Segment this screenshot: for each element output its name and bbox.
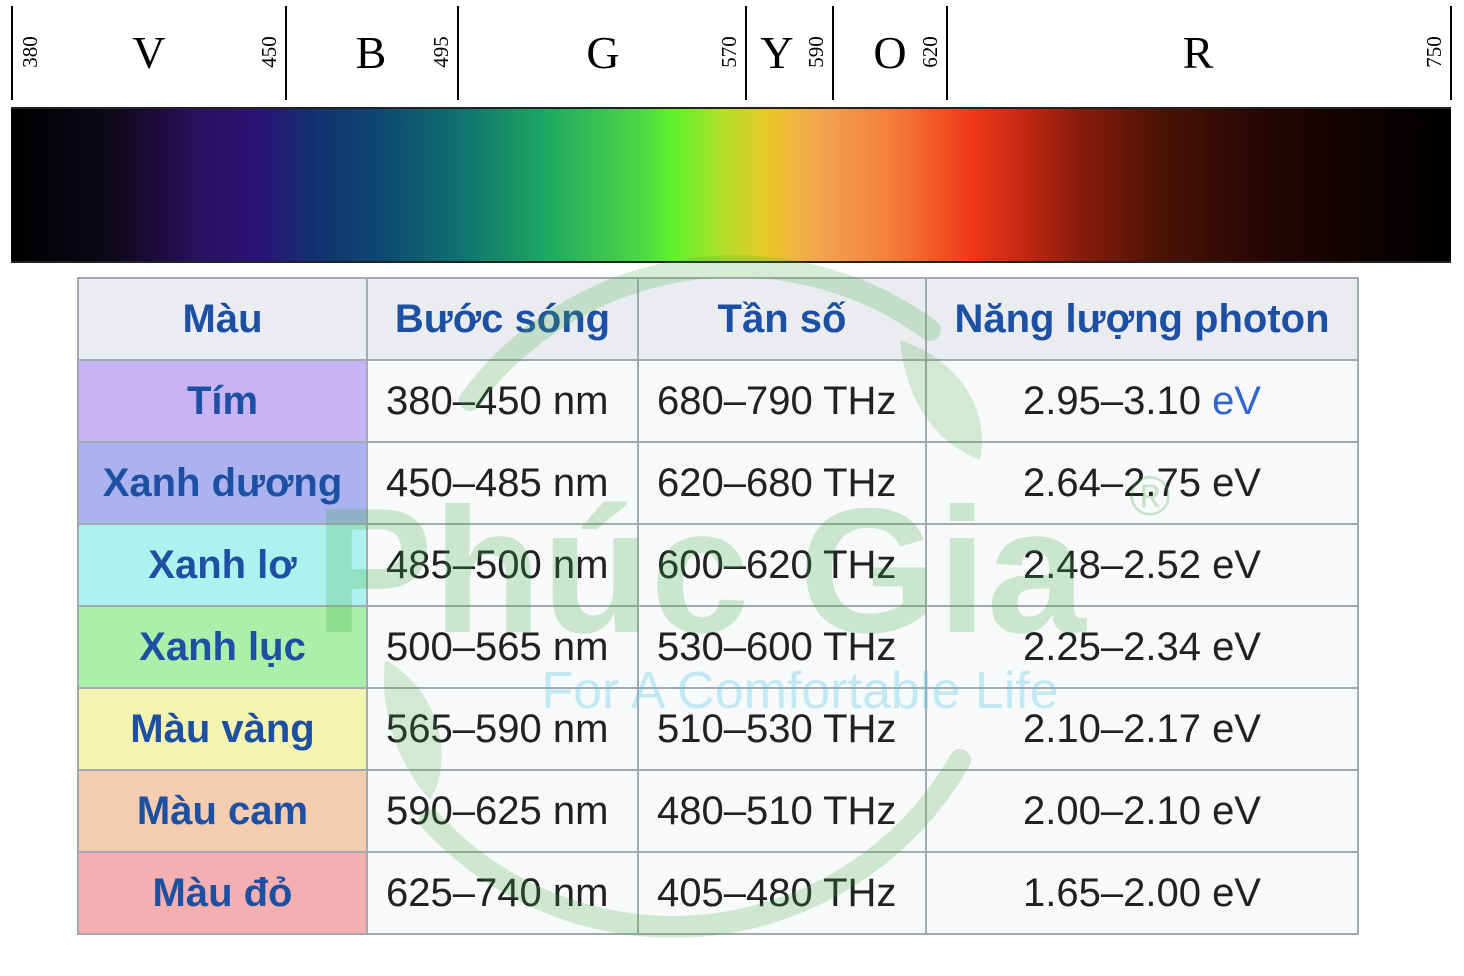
band-label-orange: O — [873, 27, 907, 78]
band-label-violet: V — [132, 27, 166, 78]
band-label-green: G — [586, 27, 620, 78]
wavelength-mark: 590 — [804, 36, 828, 68]
wavelength-cell: 500–565 nm — [366, 605, 639, 689]
table-row: Màu cam 590–625 nm 480–510 THz 2.00–2.10… — [77, 769, 1359, 853]
spectrum-ruler: 380 450 495 570 590 620 750 V B G Y O R — [0, 0, 1464, 104]
tick-380 — [11, 6, 13, 100]
wavelength-mark: 620 — [918, 36, 942, 68]
color-name-cell: Màu đỏ — [77, 851, 368, 935]
color-name-cell: Xanh lục — [77, 605, 368, 689]
tick-620 — [946, 6, 948, 100]
wavelength-cell: 565–590 nm — [366, 687, 639, 771]
tick-750 — [1450, 6, 1452, 100]
band-label-yellow: Y — [760, 27, 794, 78]
header-color: Màu — [77, 277, 368, 361]
color-name-cell: Xanh lơ — [77, 523, 368, 607]
frequency-cell: 405–480 THz — [637, 851, 927, 935]
band-label-blue: B — [355, 27, 387, 78]
wavelength-cell: 380–450 nm — [366, 359, 639, 443]
energy-unit: eV — [1212, 624, 1261, 669]
wavelength-mark: 570 — [717, 36, 741, 68]
energy-unit: eV — [1212, 542, 1261, 587]
electronvolt-link[interactable]: eV — [1212, 379, 1261, 423]
table-row: Tím 380–450 nm 680–790 THz 2.95–3.10 eV — [77, 359, 1359, 443]
energy-cell: 2.10–2.17 eV — [925, 687, 1359, 771]
energy-value: 1.65–2.00 — [1022, 870, 1201, 915]
table-row: Xanh lục 500–565 nm 530–600 THz 2.25–2.3… — [77, 605, 1359, 689]
wavelength-cell: 485–500 nm — [366, 523, 639, 607]
color-properties-table: Màu Bước sóng Tần số Năng lượng photon T… — [77, 277, 1359, 935]
wavelength-mark: 750 — [1422, 36, 1446, 68]
tick-495 — [457, 6, 459, 100]
energy-unit: eV — [1212, 460, 1261, 505]
tick-590 — [832, 6, 834, 100]
wavelength-mark: 380 — [18, 36, 42, 68]
header-photon-energy: Năng lượng photon — [925, 277, 1359, 361]
energy-cell: 2.95–3.10 eV — [925, 359, 1359, 443]
tick-450 — [285, 6, 287, 100]
band-label-red: R — [1182, 27, 1214, 78]
frequency-cell: 530–600 THz — [637, 605, 927, 689]
table-row: Xanh dương 450–485 nm 620–680 THz 2.64–2… — [77, 441, 1359, 525]
table-header-row: Màu Bước sóng Tần số Năng lượng photon — [77, 277, 1359, 361]
color-name-cell: Tím — [77, 359, 368, 443]
frequency-cell: 680–790 THz — [637, 359, 927, 443]
frequency-cell: 600–620 THz — [637, 523, 927, 607]
frequency-cell: 480–510 THz — [637, 769, 927, 853]
energy-value: 2.00–2.10 — [1022, 788, 1201, 833]
wavelength-cell: 450–485 nm — [366, 441, 639, 525]
energy-value: 2.10–2.17 — [1022, 706, 1201, 751]
color-name-cell: Xanh dương — [77, 441, 368, 525]
energy-cell: 1.65–2.00 eV — [925, 851, 1359, 935]
energy-value: 2.25–2.34 — [1022, 624, 1201, 669]
energy-value: 2.64–2.75 — [1022, 460, 1201, 505]
tick-570 — [745, 6, 747, 100]
wavelength-mark: 495 — [429, 36, 453, 68]
wavelength-cell: 590–625 nm — [366, 769, 639, 853]
header-frequency: Tần số — [637, 277, 927, 361]
energy-value: 2.95–3.10 — [1022, 378, 1201, 423]
frequency-cell: 510–530 THz — [637, 687, 927, 771]
wavelength-mark: 450 — [257, 36, 281, 68]
energy-unit: eV — [1212, 706, 1261, 751]
energy-cell: 2.00–2.10 eV — [925, 769, 1359, 853]
energy-cell: 2.48–2.52 eV — [925, 523, 1359, 607]
table-row: Xanh lơ 485–500 nm 600–620 THz 2.48–2.52… — [77, 523, 1359, 607]
color-name-cell: Màu cam — [77, 769, 368, 853]
energy-cell: 2.25–2.34 eV — [925, 605, 1359, 689]
wavelength-cell: 625–740 nm — [366, 851, 639, 935]
frequency-cell: 620–680 THz — [637, 441, 927, 525]
header-wavelength: Bước sóng — [366, 277, 639, 361]
energy-unit: eV — [1212, 788, 1261, 833]
table-row: Màu đỏ 625–740 nm 405–480 THz 1.65–2.00 … — [77, 851, 1359, 935]
visible-spectrum-bar — [11, 107, 1451, 263]
energy-cell: 2.64–2.75 eV — [925, 441, 1359, 525]
energy-value: 2.48–2.52 — [1022, 542, 1201, 587]
color-name-cell: Màu vàng — [77, 687, 368, 771]
energy-unit: eV — [1212, 870, 1261, 915]
table-row: Màu vàng 565–590 nm 510–530 THz 2.10–2.1… — [77, 687, 1359, 771]
